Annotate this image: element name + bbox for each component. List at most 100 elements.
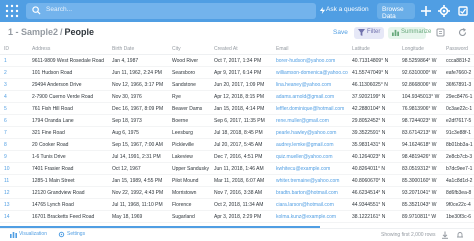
- table-cell[interactable]: 9611-9809 West Rosedale Road: [28, 54, 108, 67]
- gear-icon[interactable]: [437, 4, 451, 18]
- table-cell[interactable]: 20 Cooker Road: [28, 138, 108, 151]
- breadcrumb-collection[interactable]: 1 - Sample2: [8, 27, 58, 37]
- table-cell[interactable]: 39.3522591° N: [348, 126, 398, 139]
- table-cell[interactable]: bradtn.barton@hotmail.com: [272, 186, 348, 199]
- table-cell[interactable]: 1-6 Tunis Drive: [28, 150, 108, 163]
- table-cell[interactable]: Jan 15, 2018, 4:14 PM: [210, 102, 272, 115]
- table-cell[interactable]: 7: [0, 126, 28, 139]
- ask-question-button[interactable]: Ask a question: [326, 6, 369, 13]
- table-cell[interactable]: borer-hudson@yahoo.com: [272, 54, 348, 67]
- table-cell[interactable]: 761 Fish Hill Road: [28, 102, 108, 115]
- filter-button[interactable]: Filter: [354, 27, 384, 39]
- table-cell[interactable]: 321 Fine Road: [28, 126, 108, 139]
- table-cell[interactable]: Nov 7, 2016, 3:38 AM: [210, 186, 272, 199]
- table-cell[interactable]: kwhitecu@example.com: [272, 162, 348, 175]
- table-cell[interactable]: 83.0519312° W: [398, 162, 442, 175]
- metabase-logo-icon[interactable]: [5, 3, 19, 19]
- table-cell[interactable]: 29494 Anderson Drive: [28, 78, 108, 91]
- table-cell[interactable]: Searsboro: [168, 66, 210, 79]
- column-header[interactable]: City: [168, 44, 210, 55]
- table-cell[interactable]: 14765 Lynch Road: [28, 198, 108, 211]
- table-cell[interactable]: 101 Hudson Road: [28, 66, 108, 79]
- table-cell[interactable]: 93.2071041° W: [398, 186, 442, 199]
- summarize-button[interactable]: Summarize: [388, 27, 431, 39]
- table-cell[interactable]: 0c3ae22c-1: [442, 102, 474, 115]
- table-cell[interactable]: Sandstone: [168, 78, 210, 91]
- table-cell[interactable]: e2df7617-5: [442, 114, 474, 127]
- table-cell[interactable]: Dec 7, 2016, 4:51 PM: [210, 150, 272, 163]
- table-cell[interactable]: 46.11306025° N: [348, 78, 398, 91]
- table-cell[interactable]: Jul 20, 2017, 5:45 AM: [210, 138, 272, 151]
- table-cell[interactable]: 76.9813906° W: [398, 102, 442, 115]
- table-cell[interactable]: 16701 Bracketts Feed Road: [28, 210, 108, 223]
- table-cell[interactable]: 46.6234514° N: [348, 186, 398, 199]
- table-cell[interactable]: 44.9344551° N: [348, 198, 398, 211]
- table-row[interactable]: 11 1285-1 Main Street Jan 15, 1989, 4:55 P…: [0, 174, 474, 187]
- table-cell[interactable]: Apr 9, 2017, 6:14 PM: [210, 66, 272, 79]
- table-cell[interactable]: 29.8052452° N: [348, 114, 398, 127]
- table-cell[interactable]: 91c3e88f-1: [442, 126, 474, 139]
- table-cell[interactable]: Aug 6, 1975: [108, 126, 168, 139]
- table-cell[interactable]: eafe7660-2: [442, 66, 474, 79]
- notebook-icon[interactable]: [436, 28, 445, 37]
- table-cell[interactable]: rene.muller@gmail.com: [272, 114, 348, 127]
- table-cell[interactable]: 5: [0, 102, 28, 115]
- table-cell[interactable]: 40.71314809° N: [348, 54, 398, 67]
- table-cell[interactable]: leffler.dominique@hotmail.com: [272, 102, 348, 115]
- table-row[interactable]: 10 7401 Frasier Road Oct 12, 1967 Upper San…: [0, 162, 474, 175]
- table-cell[interactable]: Mar 11, 2018, 6:07 AM: [210, 174, 272, 187]
- table-cell[interactable]: Wood River: [168, 54, 210, 67]
- browse-data-button[interactable]: Browse Data: [377, 3, 415, 20]
- table-cell[interactable]: Jun 11, 1962, 2:24 PM: [108, 66, 168, 79]
- column-header[interactable]: Password: [442, 44, 474, 55]
- table-cell[interactable]: Sugarland: [168, 210, 210, 223]
- table-row[interactable]: 14 16701 Bracketts Feed Road May 18, 1969 S…: [0, 210, 474, 223]
- table-cell[interactable]: 1: [0, 54, 28, 67]
- table-cell[interactable]: Apr 3, 2018, 2:29 PM: [210, 210, 272, 223]
- table-cell[interactable]: Jul 14, 1991, 2:31 PM: [108, 150, 168, 163]
- table-cell[interactable]: 36f67891-3: [442, 78, 474, 91]
- table-cell[interactable]: 94.1624618° W: [398, 138, 442, 151]
- table-cell[interactable]: Pilot Mound: [168, 174, 210, 187]
- table-cell[interactable]: audrey.lemke@gmail.com: [272, 138, 348, 151]
- table-cell[interactable]: 98.5259864° W: [398, 54, 442, 67]
- table-cell[interactable]: 10: [0, 162, 28, 175]
- table-cell[interactable]: Lakeview: [168, 150, 210, 163]
- table-cell[interactable]: 42.2880104° N: [348, 102, 398, 115]
- table-cell[interactable]: 2-7900 Cuerno Verde Road: [28, 90, 108, 103]
- table-row[interactable]: 2 101 Hudson Road Jun 11, 1962, 2:24 PM Sea…: [0, 66, 474, 79]
- table-cell[interactable]: Pickleville: [168, 138, 210, 151]
- table-cell[interactable]: 40.1264023° N: [348, 150, 398, 163]
- table-cell[interactable]: 38.1222161° N: [348, 210, 398, 223]
- table-cell[interactable]: Upper Sandusky: [168, 162, 210, 175]
- table-cell[interactable]: Jan 4, 1987: [108, 54, 168, 67]
- table-cell[interactable]: Morristown: [168, 186, 210, 199]
- table-cell[interactable]: 98.7244023° W: [398, 114, 442, 127]
- table-cell[interactable]: adams.arnold@gmail.com: [272, 90, 348, 103]
- table-cell[interactable]: Oct 2, 2018, 11:34 AM: [210, 198, 272, 211]
- table-cell[interactable]: Oct 7, 2017, 1:34 PM: [210, 54, 272, 67]
- table-cell[interactable]: Sep 6, 2017, 11:35 PM: [210, 114, 272, 127]
- table-cell[interactable]: 98.4819426° W: [398, 150, 442, 163]
- table-row[interactable]: 7 321 Fine Road Aug 6, 1975 Leesburg Jul 18,…: [0, 126, 474, 139]
- table-cell[interactable]: 4: [0, 90, 28, 103]
- table-cell[interactable]: Nov 12, 1966, 3:17 PM: [108, 78, 168, 91]
- table-cell[interactable]: whiter.tremaine@yahoo.com: [272, 174, 348, 187]
- column-header[interactable]: Latitude: [348, 44, 398, 55]
- table-cell[interactable]: Boerne: [168, 114, 210, 127]
- table-cell[interactable]: 104.9345013° W: [398, 90, 442, 103]
- table-cell[interactable]: 2: [0, 66, 28, 79]
- table-cell[interactable]: 3: [0, 78, 28, 91]
- table-cell[interactable]: Leesburg: [168, 126, 210, 139]
- table-cell[interactable]: 7401 Frasier Road: [28, 162, 108, 175]
- table-row[interactable]: 8 20 Cooker Road Sep 15, 1967, 7:00 AM Pick…: [0, 138, 474, 151]
- table-cell[interactable]: ciara.larson@hotmail.com: [272, 198, 348, 211]
- table-cell[interactable]: May 18, 1969: [108, 210, 168, 223]
- table-cell[interactable]: 12120 Grandview Road: [28, 186, 108, 199]
- table-cell[interactable]: 6: [0, 114, 28, 127]
- table-cell[interactable]: 89.9710811° W: [398, 210, 442, 223]
- table-row[interactable]: 4 2-7900 Cuerno Verde Road Nov 30, 1976 Rye…: [0, 90, 474, 103]
- table-row[interactable]: 13 14765 Lynch Road Jul 11, 1968, 11:10 PM…: [0, 198, 474, 211]
- column-header[interactable]: Created At: [210, 44, 272, 55]
- visualization-button[interactable]: Visualization: [10, 231, 55, 239]
